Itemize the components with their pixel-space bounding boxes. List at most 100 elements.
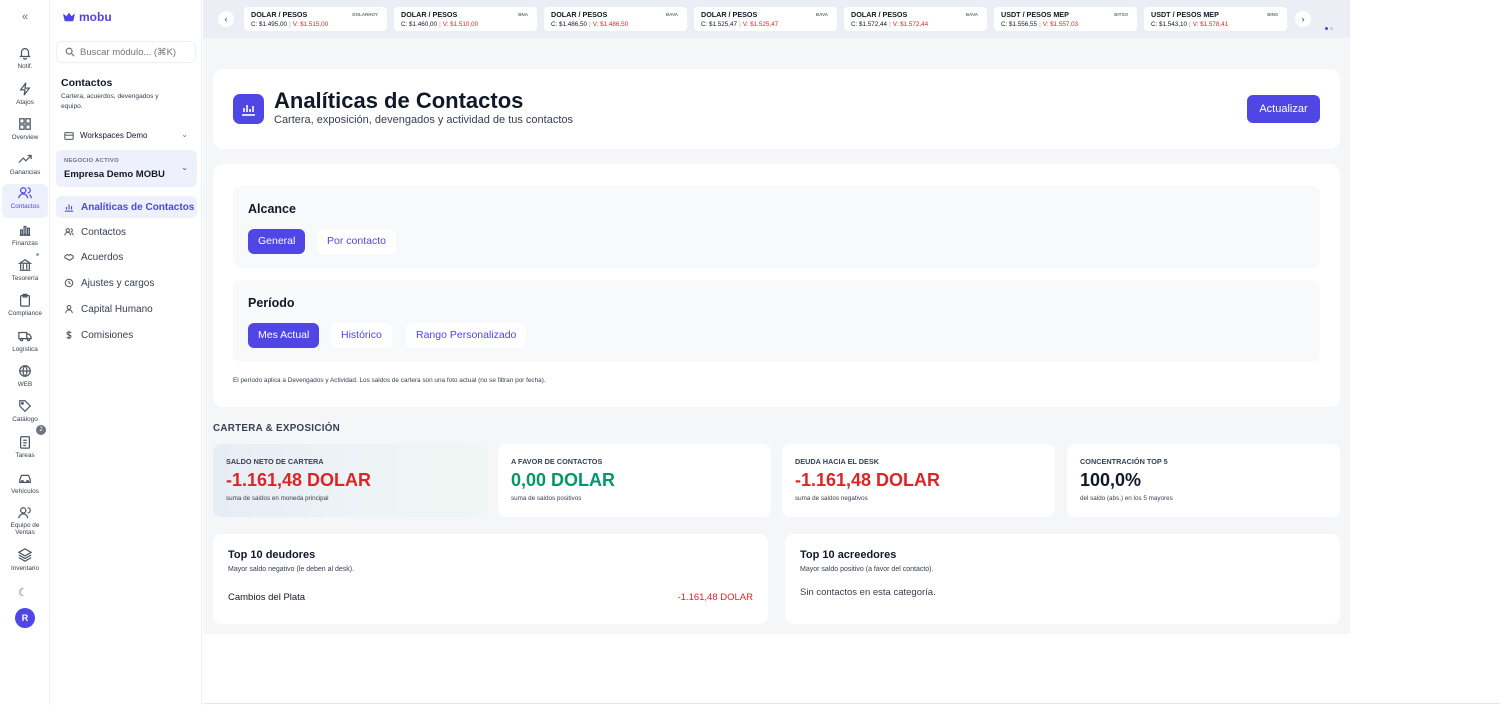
ticker-card[interactable]: USDT / PESOS MEP BITSO C: $1.556,55 | V: $… [994, 7, 1137, 31]
ticker-buy: C: $1.572,44 [851, 21, 888, 28]
ticker-pair: DOLAR / PESOS [401, 10, 458, 19]
period-section: Período Mes Actual Histórico Rango Perso… [233, 280, 1320, 362]
page-subtitle: Cartera, exposición, devengados y activi… [274, 114, 574, 126]
page-header: Analíticas de Contactos Cartera, exposic… [213, 69, 1340, 149]
rail-item-contactos[interactable]: Contactos [2, 184, 48, 218]
rail-item-equipo-ventas[interactable]: Equipo de Ventas [2, 504, 48, 544]
ticker-buy: C: $1.486,50 [551, 21, 588, 28]
kpi-card: DEUDA HACIA EL DESK -1.161,48 DOLAR suma… [782, 444, 1055, 517]
nav-item-acuerdos[interactable]: Acuerdos [56, 246, 197, 268]
rail-item-vehiculos[interactable]: Vehículos [2, 469, 48, 503]
bell-icon [19, 48, 31, 60]
rail-label: Tesorería [11, 275, 39, 282]
rail-label: Finanzas [12, 240, 38, 247]
chevron-down-icon: ⌄ [181, 130, 188, 139]
ticker-sell: V: $1.557,03 [1042, 21, 1079, 28]
workspace-name: Workspaces Demo [80, 131, 148, 140]
search-icon [65, 47, 75, 57]
rail-item-finanzas[interactable]: Finanzas [2, 221, 48, 255]
ticker-card[interactable]: DOLAR / PESOS BAVA C: $1.525,47 | V: $1.52… [694, 7, 837, 31]
rail-item-tareas[interactable]: 2 Tareas [2, 425, 48, 467]
rail-label: Overview [11, 134, 39, 141]
ticker-pair: DOLAR / PESOS [851, 10, 908, 19]
grid-icon [19, 118, 31, 130]
card-subtitle: Mayor saldo positivo (a favor del contac… [800, 566, 934, 573]
kpi-label: A FAVOR DE CONTACTOS [511, 457, 603, 466]
workspace-selector[interactable]: Workspaces Demo ⌄ [56, 127, 196, 144]
ticker-buy: C: $1.543,10 [1151, 21, 1188, 28]
rail-label: Notif. [17, 63, 33, 70]
logo-text: mobu [79, 10, 112, 24]
clipboard-icon [20, 293, 30, 307]
search-box[interactable] [56, 41, 196, 63]
ticker-card[interactable]: DOLAR / PESOS BAVA C: $1.572,44 | V: $1.57… [844, 7, 987, 31]
ticker-buy: C: $1.525,47 [701, 21, 738, 28]
scope-option-general[interactable]: General [248, 229, 306, 254]
avatar[interactable]: R [15, 608, 35, 628]
rail-label: Compliance [8, 310, 42, 317]
rail-item-atajos[interactable]: Atajos [2, 80, 48, 114]
period-option-historico[interactable]: Histórico [331, 323, 392, 348]
rail-label: Vehículos [11, 488, 39, 495]
period-note: El período aplica a Devengados y Activid… [233, 377, 546, 384]
rail-item-compliance[interactable]: Compliance [2, 291, 48, 325]
collapse-icon[interactable]: « [18, 10, 32, 24]
nav-item-contactos[interactable]: Contactos [56, 221, 197, 243]
ticker-sell: V: $1.578,41 [1192, 21, 1229, 28]
chevron-left-icon[interactable]: ‹ [218, 11, 234, 27]
nav-item-capital-humano[interactable]: Capital Humano [56, 298, 197, 320]
nav-label: Ajustes y cargos [81, 277, 155, 289]
ticker-pair: DOLAR / PESOS [551, 10, 608, 19]
rail-label: Logística [12, 346, 38, 353]
card-subtitle: Mayor saldo negativo (le deben al desk). [228, 566, 355, 573]
nav-item-analiticas[interactable]: Analíticas de Contactos [56, 196, 197, 218]
tag-icon [19, 400, 32, 413]
rail-item-overview[interactable]: Overview [2, 115, 48, 149]
rail-label: Contactos [10, 203, 40, 210]
trend-icon [18, 154, 32, 163]
period-option-rango[interactable]: Rango Personalizado [406, 323, 527, 348]
kpi-card: A FAVOR DE CONTACTOS 0,00 DOLAR suma de … [498, 444, 771, 517]
ticker-pagination[interactable] [1325, 17, 1335, 35]
rail-item-logistica[interactable]: Logística [2, 327, 48, 361]
rail-label: Atajos [16, 99, 34, 106]
box-icon [18, 331, 32, 342]
rail-label: Inventario [10, 565, 40, 572]
rail-item-tesoreria[interactable]: Tesorería [2, 253, 48, 290]
notification-dot [36, 253, 39, 256]
period-option-mes-actual[interactable]: Mes Actual [248, 323, 320, 348]
ticker-card[interactable]: DOLAR / PESOS BNA C: $1.460,00 | V: $1.510… [394, 7, 537, 31]
debtor-name[interactable]: Cambios del Plata [228, 592, 305, 603]
ticker-sell: V: $1.572,44 [892, 21, 929, 28]
bank-icon [18, 259, 32, 271]
checklist-icon [20, 436, 30, 449]
blank-area [1350, 0, 1500, 705]
users-icon [18, 187, 32, 199]
ticker-card[interactable]: DOLAR / PESOS BAVA C: $1.486,50 | V: $1.48… [544, 7, 687, 31]
rail-item-ganancias[interactable]: Ganancias [2, 150, 48, 184]
rail-item-notif[interactable]: Notif. [2, 44, 48, 78]
search-input[interactable] [80, 46, 195, 58]
icon-rail: « Notif. Atajos Overview Ganancias Conta… [0, 0, 50, 705]
logo-icon [63, 12, 75, 22]
moon-icon[interactable]: ☾ [18, 586, 28, 599]
ticker-buy: C: $1.495,00 [251, 21, 288, 28]
ticker-sell: V: $1.510,00 [442, 21, 479, 28]
ticker-sell: V: $1.486,50 [592, 21, 629, 28]
nav-item-ajustes[interactable]: Ajustes y cargos [56, 272, 197, 294]
ticker-card[interactable]: DOLAR / PESOS DOLARHOY C: $1.495,00 | V: $… [244, 7, 387, 31]
business-name: Empresa Demo MOBU [64, 169, 165, 180]
section-heading: CARTERA & EXPOSICIÓN [213, 423, 341, 434]
ticker-pair: USDT / PESOS MEP [1151, 10, 1219, 19]
business-selector[interactable]: NEGOCIO ACTIVO Empresa Demo MOBU ⌄ [56, 150, 197, 187]
card-title: Top 10 deudores [228, 549, 316, 561]
scope-option-por-contacto[interactable]: Por contacto [317, 229, 396, 254]
logo[interactable]: mobu [62, 10, 112, 24]
rail-item-inventario[interactable]: Inventario [2, 546, 48, 580]
update-button[interactable]: Actualizar [1247, 95, 1320, 123]
ticker-source: BAVA [815, 12, 828, 17]
rail-item-web[interactable]: WEB [2, 362, 48, 396]
chevron-right-icon[interactable]: › [1295, 11, 1311, 27]
nav-item-comisiones[interactable]: Comisiones [56, 324, 197, 346]
ticker-card[interactable]: USDT / PESOS MEP BINS C: $1.543,10 | V: $1… [1144, 7, 1287, 31]
